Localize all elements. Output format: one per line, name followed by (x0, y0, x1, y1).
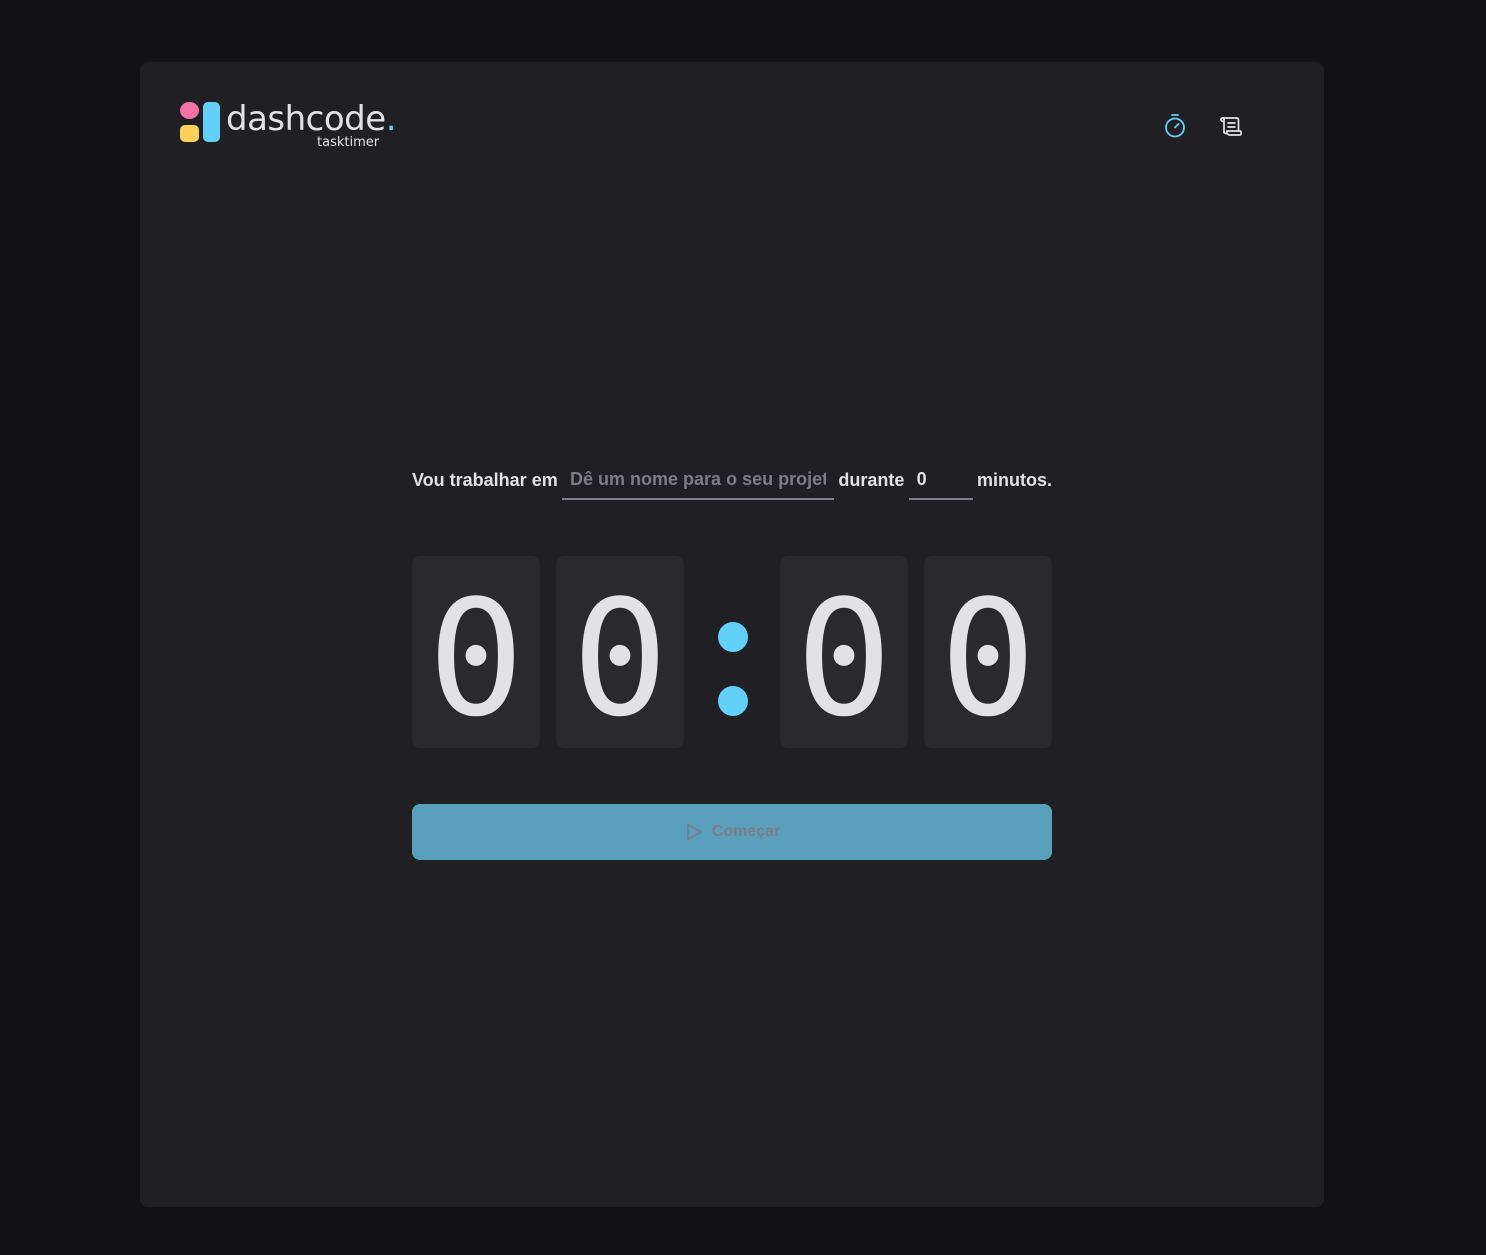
start-countdown-button[interactable]: Começar (412, 804, 1052, 860)
main-nav (1162, 112, 1244, 142)
minutes-ones-digit: 0 (556, 556, 684, 748)
task-label: Vou trabalhar em (412, 469, 558, 490)
seconds-ones-digit: 0 (924, 556, 1052, 748)
timer-icon (1165, 114, 1185, 138)
separator-dot (718, 686, 748, 716)
header: dashcode. tasktimer (180, 99, 1284, 152)
logo-wordmark: dashcode. (226, 99, 397, 139)
logo-mark-icon (180, 102, 220, 142)
logo-product-name: tasktimer (317, 135, 380, 150)
minutes-tens-digit: 0 (412, 556, 540, 748)
logo-mark-yellow (180, 125, 199, 142)
logo-mark-blue (203, 102, 220, 142)
minutes-input[interactable] (908, 460, 973, 500)
minutes-suffix: minutos. (976, 469, 1052, 490)
countdown-separator (684, 556, 780, 748)
scroll-icon (1220, 117, 1242, 136)
task-form: Vou trabalhar em durante minutos. (412, 460, 1052, 500)
app-container: dashcode. tasktimer Vou trabalhar em Dê … (140, 62, 1324, 1207)
task-name-input[interactable] (562, 460, 835, 500)
start-button-label: Começar (711, 823, 781, 840)
logo-mark-pink (180, 102, 199, 119)
duration-label: durante (838, 469, 905, 490)
seconds-tens-digit: 0 (780, 556, 908, 748)
logo: dashcode. tasktimer (180, 99, 397, 152)
countdown-display: 0 0 0 0 (412, 556, 1052, 748)
nav-timer-link[interactable] (1162, 112, 1188, 140)
nav-history-link[interactable] (1218, 112, 1244, 140)
play-icon (686, 823, 702, 841)
separator-dot (718, 622, 748, 652)
